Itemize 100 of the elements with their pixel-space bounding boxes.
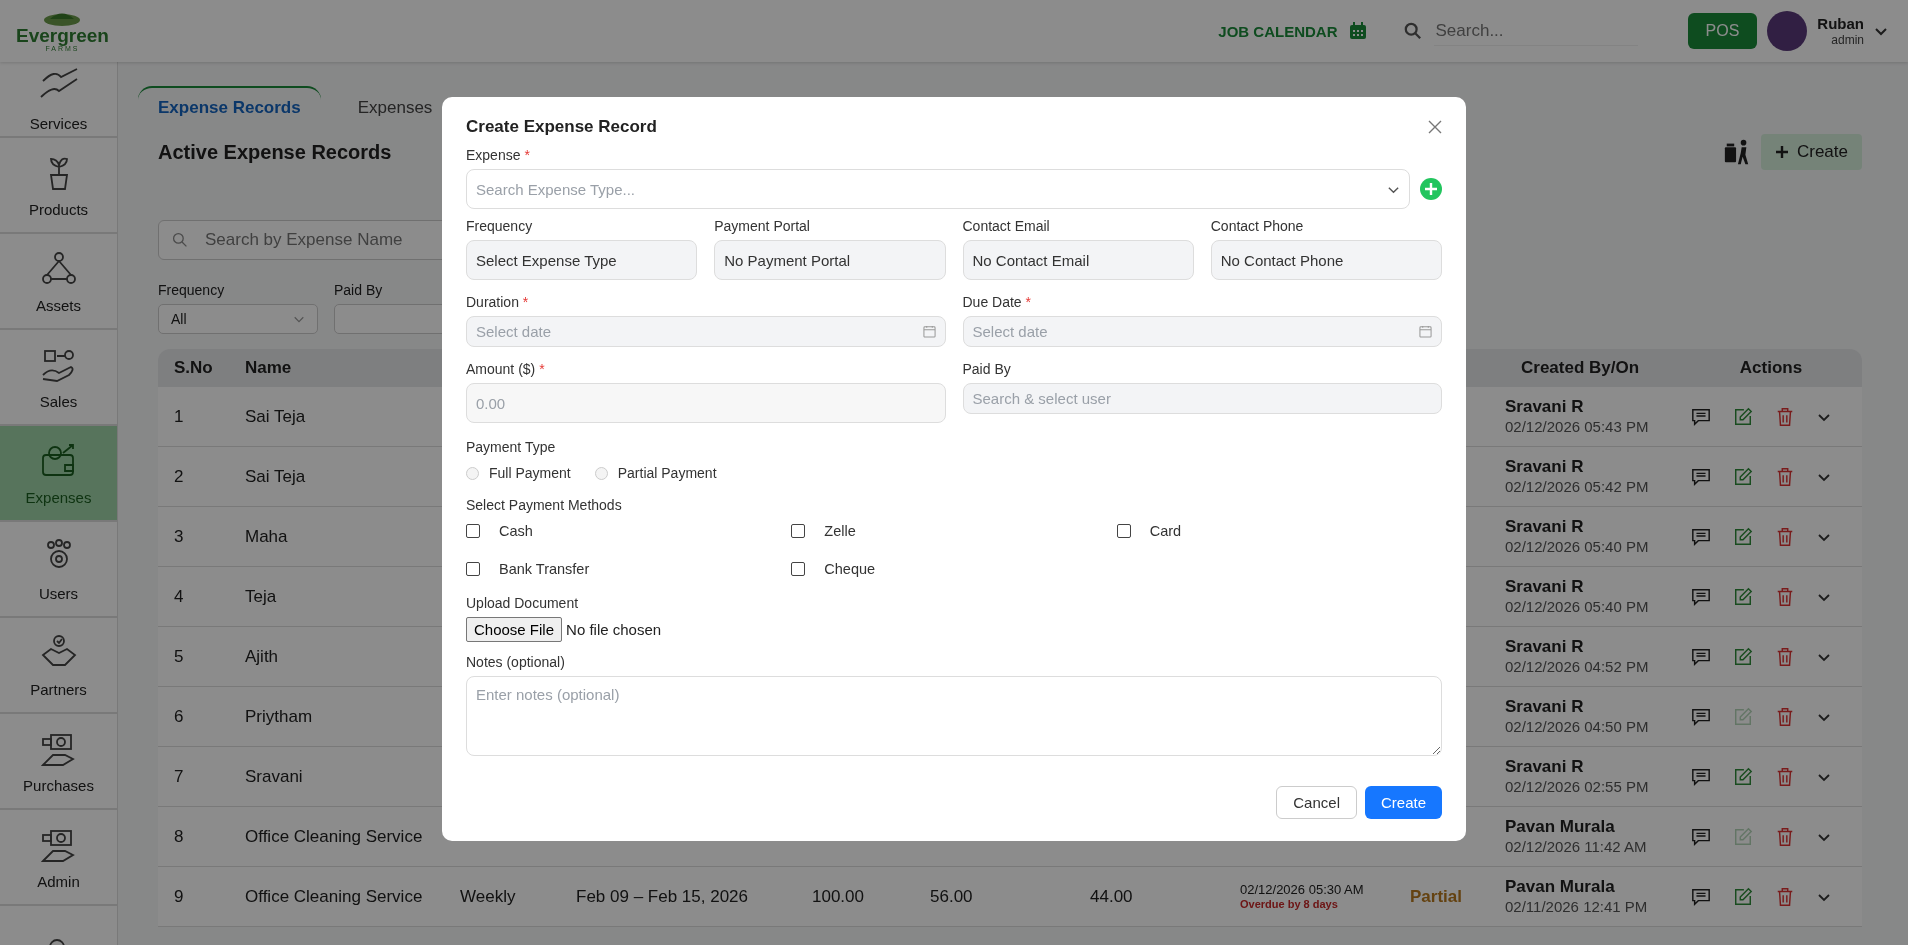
- edit-icon[interactable]: [1733, 526, 1753, 547]
- sidebar-item[interactable]: Admin: [0, 810, 117, 906]
- table-cell: Sai Teja: [245, 406, 306, 426]
- field-label: Notes (optional): [466, 654, 566, 670]
- table-cell: 6: [174, 706, 184, 726]
- person-trash-icon[interactable]: [1722, 138, 1751, 166]
- creator-name: Sravani R: [1505, 757, 1585, 778]
- creator-name: Sravani R: [1505, 697, 1585, 718]
- table-cell: Maha: [245, 526, 288, 546]
- edit-icon[interactable]: [1733, 766, 1753, 787]
- comment-icon[interactable]: [1691, 586, 1711, 607]
- table-cell: Sravani: [245, 766, 303, 786]
- comment-icon[interactable]: [1691, 466, 1711, 487]
- created-date: 02/12/2026 05:40 PM: [1505, 537, 1650, 556]
- sidebar-item[interactable]: Purchases: [0, 714, 117, 810]
- sidebar-item[interactable]: Products: [0, 138, 117, 234]
- table-cell: 100.00: [812, 886, 864, 906]
- comment-icon[interactable]: [1691, 406, 1711, 427]
- comment-icon[interactable]: [1691, 646, 1711, 667]
- field-label: Contact Email: [962, 218, 1051, 234]
- radio-button[interactable]: [594, 466, 608, 480]
- created-date: 02/12/2026 05:43 PM: [1505, 417, 1650, 436]
- trash-icon[interactable]: [1775, 826, 1795, 847]
- tab[interactable]: Expense Records: [138, 86, 321, 124]
- comment-icon[interactable]: [1691, 766, 1711, 787]
- checkbox[interactable]: [791, 562, 806, 576]
- filter-label: Frequency: [158, 282, 226, 298]
- table-cell: Office Cleaning Service: [245, 886, 423, 906]
- radio-button[interactable]: [466, 466, 479, 480]
- logo-name: Evergreen: [16, 26, 109, 45]
- edit-icon[interactable]: [1733, 406, 1753, 427]
- field-label: Paid By: [962, 361, 1012, 377]
- comment-icon[interactable]: [1691, 826, 1711, 847]
- file-status: No file chosen: [566, 621, 662, 638]
- column-header: Name: [245, 358, 292, 377]
- trash-icon[interactable]: [1775, 406, 1795, 427]
- field-label: Payment Type: [466, 439, 557, 455]
- trash-icon[interactable]: [1775, 706, 1795, 727]
- trash-icon[interactable]: [1775, 646, 1795, 667]
- comment-icon[interactable]: [1691, 526, 1711, 547]
- trash-icon[interactable]: [1775, 466, 1795, 487]
- table-cell: Sai Teja: [245, 466, 306, 486]
- table-cell: 4: [174, 586, 184, 606]
- table-cell: 1: [174, 406, 184, 426]
- dialog-title: Create Expense Record: [466, 117, 657, 137]
- table-cell: 44.00: [1090, 886, 1133, 906]
- table-cell: 9: [174, 886, 184, 906]
- edit-icon[interactable]: [1733, 586, 1753, 607]
- filter-label: Paid By: [334, 282, 384, 298]
- created-date: 02/12/2026 04:50 PM: [1505, 717, 1650, 736]
- table-cell: 3: [174, 526, 184, 546]
- table-cell: Office Cleaning Service: [245, 826, 423, 846]
- edit-icon[interactable]: [1733, 646, 1753, 667]
- trash-icon[interactable]: [1775, 766, 1795, 787]
- trash-icon[interactable]: [1775, 526, 1795, 547]
- filter-select[interactable]: All: [158, 304, 318, 334]
- field-label: Amount ($) *: [466, 361, 546, 377]
- column-header: Actions: [1739, 358, 1803, 377]
- edit-icon[interactable]: [1733, 886, 1753, 907]
- trash-icon[interactable]: [1775, 586, 1795, 607]
- checkbox[interactable]: [466, 562, 480, 576]
- table-cell: 8: [174, 826, 184, 846]
- field-label: Select Payment Methods: [466, 497, 623, 513]
- table-cell: 56.00: [930, 886, 973, 906]
- notes-field[interactable]: Enter notes (optional): [466, 676, 1442, 756]
- calendar-icon: [1419, 325, 1432, 338]
- field-label: Contact Phone: [1210, 218, 1305, 234]
- sidebar-item[interactable]: Users: [0, 522, 117, 618]
- trash-icon[interactable]: [1775, 886, 1795, 907]
- creator-name: Sravani R: [1505, 457, 1585, 478]
- job-calendar-link[interactable]: JOB CALENDAR: [1218, 22, 1338, 40]
- comment-icon[interactable]: [1691, 886, 1711, 907]
- edit-icon[interactable]: [1733, 466, 1753, 487]
- search-icon: [1403, 22, 1422, 40]
- status-label: Partial: [1410, 886, 1462, 906]
- readonly-field: No Contact Phone: [1210, 240, 1442, 280]
- sidebar-item[interactable]: Assets: [0, 234, 117, 330]
- creator-name: Pavan Murala: [1505, 817, 1616, 838]
- radio-label: Full Payment: [489, 465, 571, 481]
- calendar-icon[interactable]: [1347, 21, 1368, 41]
- amount-field[interactable]: 0.00: [466, 383, 946, 423]
- avatar[interactable]: [1767, 11, 1808, 51]
- cancel-button[interactable]: Cancel: [1276, 786, 1357, 819]
- create-button[interactable]: Create: [1364, 786, 1442, 819]
- due-date: 02/12/2026 05:30 AM: [1240, 882, 1365, 898]
- user-search-field[interactable]: Search & select user: [962, 383, 1442, 414]
- checkbox[interactable]: [1116, 524, 1131, 538]
- comment-icon[interactable]: [1691, 706, 1711, 727]
- sidebar-item[interactable]: Services: [0, 62, 117, 138]
- checkbox[interactable]: [791, 524, 806, 538]
- choose-file-button[interactable]: Choose File: [466, 617, 563, 642]
- create-button[interactable]: Create: [1760, 134, 1862, 170]
- pos-button[interactable]: POS: [1687, 13, 1758, 49]
- page-title: Active Expense Records: [158, 140, 392, 164]
- creator-name: Sravani R: [1505, 517, 1585, 538]
- close-icon[interactable]: [1428, 120, 1442, 134]
- field-label: Due Date *: [962, 294, 1032, 310]
- sidebar-item[interactable]: Partners: [0, 618, 117, 714]
- created-date: 02/12/2026 02:55 PM: [1505, 777, 1650, 796]
- checkbox[interactable]: [466, 524, 480, 538]
